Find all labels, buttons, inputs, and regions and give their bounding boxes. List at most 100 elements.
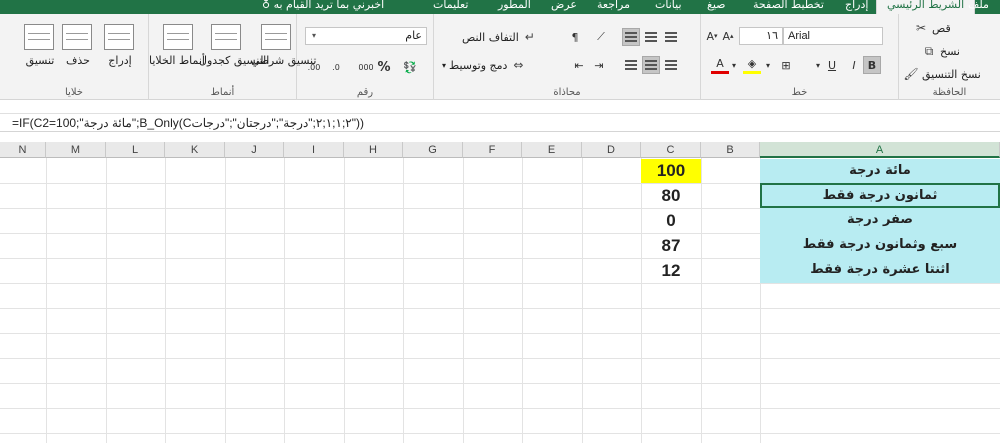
copy-button[interactable]: ⧉ نسخ — [921, 43, 960, 59]
bold-button[interactable]: B — [863, 56, 881, 74]
decrease-indent-icon[interactable]: ⇤ — [570, 56, 588, 74]
insert-cells-button[interactable]: إدراج — [100, 54, 140, 67]
tab-home[interactable]: الشريط الرئيسي — [876, 0, 976, 14]
tab-developer[interactable]: المطور — [498, 0, 531, 14]
column-header-n[interactable]: N — [0, 142, 46, 158]
comma-style-icon[interactable]: 000 — [357, 58, 375, 76]
cell-a1[interactable]: مائة درجة — [760, 159, 1000, 183]
font-group-label: خط — [791, 87, 808, 98]
format-painter-button[interactable]: 🖌 نسخ التنسيق — [903, 66, 980, 82]
tab-view[interactable]: عرض — [551, 0, 577, 14]
font-color-icon[interactable]: A — [711, 56, 729, 74]
column-header-d[interactable]: D — [582, 142, 641, 158]
italic-button[interactable]: I — [845, 56, 863, 74]
cell-a3[interactable]: صفر درجة — [760, 208, 1000, 233]
font-name-dropdown[interactable]: Arial — [783, 27, 883, 45]
tab-help[interactable]: تعليمات — [433, 0, 468, 14]
lightbulb-icon: ♁ — [262, 0, 274, 11]
format-as-table-icon[interactable] — [211, 24, 241, 50]
column-header-l[interactable]: L — [106, 142, 165, 158]
cell-c3[interactable]: 0 — [641, 209, 701, 233]
number-group-label: رقم — [356, 87, 374, 98]
percent-label: % — [377, 59, 391, 75]
delete-cells-button[interactable]: حذف — [60, 54, 96, 67]
format-cells-icon[interactable] — [24, 24, 54, 50]
conditional-formatting-icon[interactable] — [261, 24, 291, 50]
align-left-icon[interactable] — [622, 56, 640, 74]
format-as-table-button[interactable]: التنسيق كجدول — [199, 54, 269, 67]
column-header-b[interactable]: B — [701, 142, 760, 158]
wrap-text-button[interactable]: التفاف النص ↵ — [462, 29, 538, 45]
increase-decimal-icon[interactable]: .0 — [327, 58, 345, 76]
grid-line — [165, 158, 166, 443]
align-top-icon[interactable] — [622, 28, 640, 46]
column-header-h[interactable]: H — [344, 142, 403, 158]
column-header-i[interactable]: I — [284, 142, 344, 158]
tab-insert[interactable]: إدراج — [845, 0, 868, 14]
cell-c1[interactable]: 100 — [641, 159, 701, 183]
font-size-dropdown[interactable]: ١٦ — [739, 27, 783, 45]
number-format-value: عام — [405, 29, 422, 42]
insert-cells-icon[interactable] — [104, 24, 134, 50]
column-header-j[interactable]: J — [225, 142, 284, 158]
cell-c4[interactable]: 87 — [641, 234, 701, 258]
align-right-icon[interactable] — [662, 56, 680, 74]
grid-line — [0, 383, 1000, 384]
column-header-m[interactable]: M — [46, 142, 106, 158]
cell-c2[interactable]: 80 — [641, 184, 701, 208]
tab-review[interactable]: مراجعة — [597, 0, 630, 14]
alignment-group: ⟋ ¶ التفاف النص ↵ ⇥ ⇤ ▾ دمج وتوسيط ⇔ محا… — [433, 14, 700, 100]
formula-text[interactable]: =IF(C2=100;"مائة درجة";B_Only(C٢;١;١;٢;"… — [12, 114, 364, 131]
cut-button[interactable]: ✂ قص — [913, 20, 951, 36]
align-middle-icon[interactable] — [642, 28, 660, 46]
increase-font-icon[interactable]: A ▴ — [719, 27, 737, 45]
column-header-c[interactable]: C — [641, 142, 701, 158]
tab-formulas[interactable]: صيغ — [707, 0, 726, 14]
font-name-value: Arial — [788, 30, 811, 42]
wrap-text-icon: ↵ — [524, 30, 535, 44]
merge-center-button[interactable]: ▾ دمج وتوسيط ⇔ — [442, 57, 526, 73]
cell-a2[interactable]: ثمانون درجة فقط — [760, 183, 1000, 208]
clipboard-group: ✂ قص ⧉ نسخ 🖌 نسخ التنسيق الحافظة — [898, 14, 1000, 100]
align-center-icon[interactable] — [642, 56, 660, 74]
underline-dropdown-icon[interactable]: ▾ — [809, 56, 827, 74]
align-bottom-icon[interactable] — [662, 28, 680, 46]
number-format-dropdown[interactable]: ▾ عام — [305, 27, 427, 45]
styles-group: تنسيق شرطي التنسيق كجدول أنماط الخلايا أ… — [148, 14, 316, 100]
cell-a5[interactable]: اثنتا عشرة درجة فقط — [760, 258, 1000, 283]
format-cells-button[interactable]: تنسيق — [18, 54, 62, 67]
cells-group: إدراج حذف تنسيق خلايا — [0, 14, 148, 100]
column-header-a[interactable]: A — [760, 142, 1000, 158]
paintbrush-icon: 🖌 — [903, 67, 919, 81]
scissors-icon: ✂ — [915, 21, 927, 35]
tell-me-box[interactable]: ♁ أخبرني بما تريد القيام به — [262, 0, 384, 14]
percent-button[interactable]: % — [375, 58, 393, 76]
column-header-k[interactable]: K — [165, 142, 225, 158]
column-header-f[interactable]: F — [463, 142, 522, 158]
increase-indent-icon[interactable]: ⇥ — [590, 56, 608, 74]
tab-page-layout[interactable]: تخطيط الصفحة — [753, 0, 824, 14]
borders-icon[interactable]: ⊞ — [777, 56, 795, 74]
cell-c5[interactable]: 12 — [641, 259, 701, 283]
borders-dropdown-icon[interactable]: ▾ — [759, 56, 777, 74]
italic-label: I — [852, 58, 856, 72]
tab-data[interactable]: بيانات — [655, 0, 682, 14]
delete-cells-icon[interactable] — [62, 24, 92, 50]
cell-styles-button[interactable]: أنماط الخلايا — [149, 54, 205, 67]
formula-bar[interactable]: =IF(C2=100;"مائة درجة";B_Only(C٢;١;١;٢;"… — [0, 114, 1000, 132]
orientation-icon[interactable]: ⟋ — [592, 28, 610, 46]
tab-file[interactable]: ملف — [968, 0, 989, 14]
grid-line — [284, 158, 285, 443]
cell-a4[interactable]: سبع وثمانون درجة فقط — [760, 233, 1000, 258]
merge-center-label: دمج وتوسيط — [449, 58, 508, 72]
fill-color-icon[interactable]: ◈ — [743, 56, 761, 74]
grid-line — [522, 158, 523, 443]
text-direction-icon[interactable]: ¶ — [566, 28, 584, 46]
merge-icon: ⇔ — [513, 58, 524, 72]
column-header-g[interactable]: G — [403, 142, 463, 158]
currency-icon[interactable]: 💱 — [401, 58, 419, 76]
cut-label: قص — [932, 21, 951, 35]
grid-line — [344, 158, 345, 443]
cell-styles-icon[interactable] — [163, 24, 193, 50]
column-header-e[interactable]: E — [522, 142, 582, 158]
